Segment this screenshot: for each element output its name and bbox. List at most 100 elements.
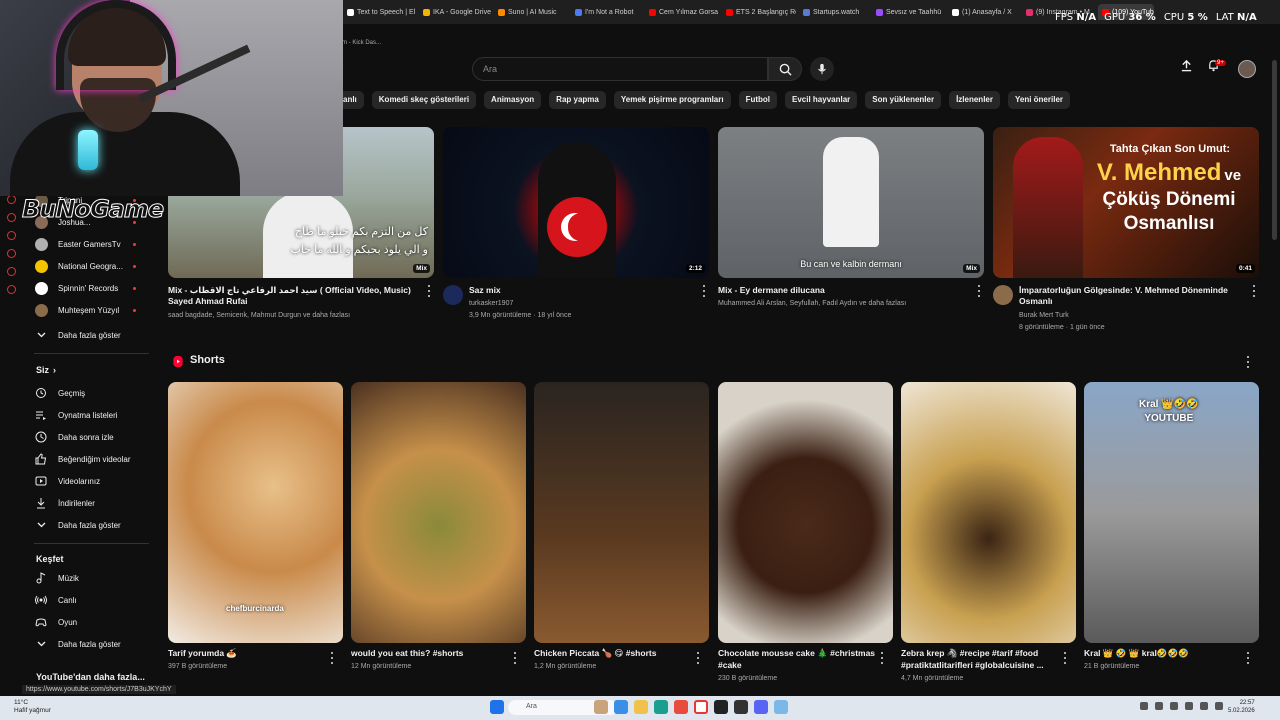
tray-icon[interactable] [1140,702,1148,710]
upload-icon[interactable] [1180,59,1193,72]
category-chip[interactable]: Son yüklenenler [865,91,942,109]
short-menu-button[interactable] [513,652,517,664]
video-menu-button[interactable] [427,285,431,297]
sidebar-item[interactable]: İndirilenler [22,493,150,513]
start-icon[interactable] [490,700,504,714]
short-thumbnail[interactable] [718,382,893,643]
voice-search-button[interactable] [810,57,834,81]
show-more-button[interactable]: Daha fazla göster [22,515,150,535]
category-chip[interactable]: Futbol [738,91,778,109]
category-chip[interactable]: İzlenenler [949,91,1000,109]
browser-tab[interactable]: Text to Speech | El [347,4,417,20]
opera-icon[interactable] [674,700,688,714]
short-thumbnail[interactable] [534,382,709,643]
search-input[interactable]: Ara [472,57,768,81]
channel-avatar[interactable] [993,285,1013,305]
video-title[interactable]: Saz mix [469,285,689,296]
short-title[interactable]: Tarif yorumda 🍝 [168,647,328,659]
browser-tab[interactable]: Suno | AI Music [498,4,568,20]
battery-icon[interactable] [1215,702,1223,710]
sidebar-item[interactable]: Daha sonra izle [22,427,150,447]
app-icon[interactable] [774,700,788,714]
short-thumbnail[interactable]: chefburcinarda [168,382,343,643]
short-title[interactable]: Kral 👑 🤣 👑 kral🤣🤣🤣 [1084,647,1244,659]
short-title[interactable]: would you eat this? #shorts [351,647,511,659]
short-thumbnail[interactable] [351,382,526,643]
category-chip[interactable]: Yemek pişirme programları [613,91,731,109]
category-chip[interactable]: Rap yapma [549,91,606,109]
browser-tab[interactable]: (1) Anasayfa / X [952,4,1022,20]
video-title[interactable]: İmparatorluğun Gölgesinde: V. Mehmed Dön… [1019,285,1239,307]
browser-tab[interactable]: Sevsız ve Taahhü [876,4,946,20]
rail-icon[interactable] [6,249,16,258]
scrollbar[interactable] [1272,60,1277,240]
short-title[interactable]: Chicken Piccata 🍗 😋 #shorts [534,647,694,659]
shorts-menu-button[interactable] [1246,356,1250,368]
browser-tab[interactable]: I'm Not a Robot [575,4,645,20]
subscription-item[interactable]: Easter GamersTv [22,234,150,254]
tray-icon[interactable] [1155,702,1163,710]
short-menu-button[interactable] [696,652,700,664]
sidebar-item[interactable]: Müzik [22,568,150,588]
sidebar-item[interactable]: Oynatma listeleri [22,405,150,425]
category-chip[interactable]: Animasyon [484,91,542,109]
wifi-icon[interactable] [1185,702,1193,710]
rail-icon[interactable] [6,231,16,240]
video-channel[interactable]: turkasker1907 [469,298,513,309]
sidebar-item[interactable]: Canlı [22,590,150,610]
discord-icon[interactable] [754,700,768,714]
video-title[interactable]: Mix - سيد احمد الرفاعي تاج الاقطاب ( Off… [168,285,414,307]
sidebar-item[interactable]: Oyun [22,612,150,632]
edge-icon[interactable] [654,700,668,714]
short-menu-button[interactable] [330,652,334,664]
video-menu-button[interactable] [977,285,981,297]
short-menu-button[interactable] [1246,652,1250,664]
obs-icon[interactable] [714,700,728,714]
sidebar-item[interactable]: Geçmiş [22,383,150,403]
browser-tab[interactable]: Cem Yılmaz Gorsa [649,4,719,20]
rail-icon[interactable] [6,267,16,276]
app-icon[interactable] [734,700,748,714]
short-menu-button[interactable] [1063,652,1067,664]
sidebar-item[interactable]: Beğendiğim videolar [22,449,150,469]
category-chip[interactable]: Evcil hayvanlar [785,91,858,109]
video-menu-button[interactable] [1252,285,1256,297]
short-title[interactable]: Chocolate mousse cake 🎄 #christmas #cake [718,647,878,671]
show-more-button[interactable]: Daha fazla göster [22,634,150,654]
subscription-item[interactable]: Spinnin' Records [22,278,150,298]
browser-tab[interactable]: IKA - Google Drive [423,4,493,20]
file-explorer-icon[interactable] [634,700,648,714]
short-thumbnail[interactable] [901,382,1076,643]
category-chip[interactable]: Komedi skeç gösterileri [371,91,477,109]
video-channel[interactable]: saad bagdade, Semicenk, Mahmut Durgun ve… [168,310,350,321]
video-menu-button[interactable] [702,285,706,297]
volume-icon[interactable] [1200,702,1208,710]
copilot-icon[interactable] [614,700,628,714]
subscription-item[interactable]: National Geogra... [22,256,150,276]
widget-icon[interactable] [594,700,608,714]
tray-icon[interactable] [1170,702,1178,710]
show-more-button[interactable]: Daha fazla göster [22,325,150,345]
browser-tab[interactable]: Startups.watch [803,4,873,20]
opera-gx-icon[interactable] [694,700,708,714]
weather-widget[interactable]: 11°C Hafif yağmur [14,699,51,715]
you-section-heading[interactable]: Siz › [36,365,56,375]
channel-avatar[interactable] [443,285,463,305]
video-thumbnail[interactable]: Bu can ve kalbin dermanı Mix [718,127,984,278]
sidebar-item[interactable]: Videolarınız [22,471,150,491]
rail-icon[interactable] [6,285,16,294]
short-title[interactable]: Zebra krep 🦓 #recipe #tarif #food #prati… [901,647,1061,671]
video-channel[interactable]: Muhammed Ali Arslan, Seyfullah, Fadıl Ay… [718,298,906,309]
account-avatar[interactable] [1238,60,1256,78]
subscription-item[interactable]: Muhteşem Yüzyıl [22,300,150,320]
video-thumbnail[interactable]: 2:12 [443,127,709,278]
taskbar-clock[interactable]: 22:57 5.02.2026 [1228,699,1255,715]
browser-tab[interactable]: ETS 2 Başlangıç Re [726,4,796,20]
video-title[interactable]: Mix - Ey dermane dilucana [718,285,964,296]
search-button[interactable] [768,57,802,81]
rail-icon[interactable] [6,195,16,204]
short-thumbnail[interactable]: Kral 👑🤣🤣 YOUTUBE [1084,382,1259,643]
short-menu-button[interactable] [880,652,884,664]
rail-icon[interactable] [6,213,16,222]
video-thumbnail[interactable]: Tahta Çıkan Son Umut: V. Mehmed ve Çöküş Dö… [993,127,1259,278]
